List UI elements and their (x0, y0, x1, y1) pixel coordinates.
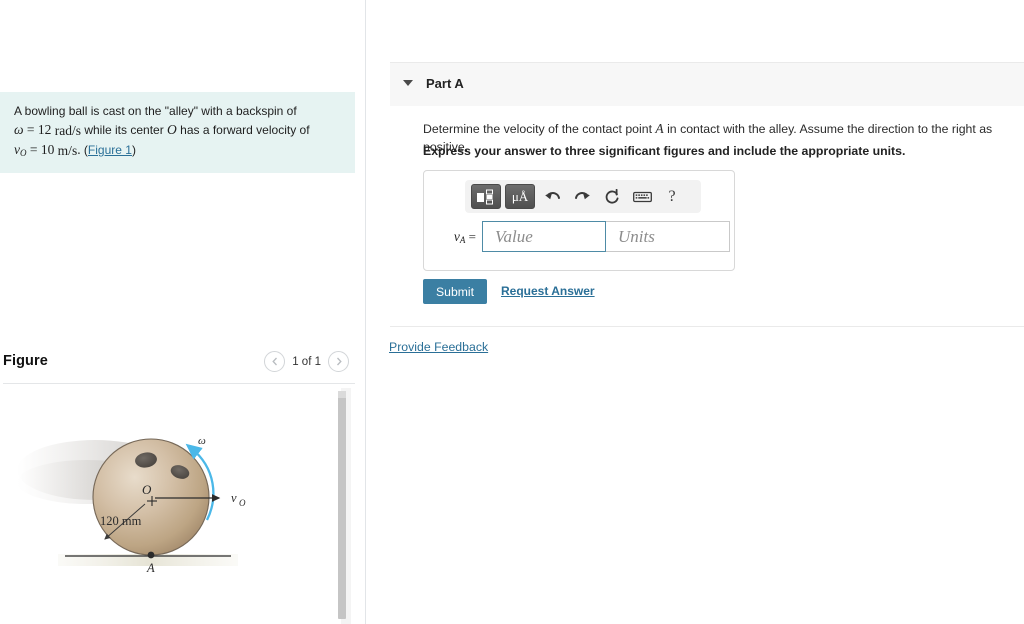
right-panel: Part A Determine the velocity of the con… (366, 0, 1024, 624)
answer-instruction: Express your answer to three significant… (423, 144, 906, 158)
radius-figure-label: 120 mm (100, 514, 142, 528)
submit-button[interactable]: Submit (423, 279, 487, 304)
answer-entry-box: μÅ ? vA = Value Units (423, 170, 735, 271)
problem-text-2: while its center (84, 123, 164, 138)
part-a-header[interactable]: Part A (390, 62, 1024, 106)
reset-icon[interactable] (599, 184, 625, 209)
figure-next-button[interactable] (328, 351, 349, 372)
part-a-title: Part A (426, 76, 464, 91)
figure-scrollbar-track[interactable] (338, 388, 351, 624)
omega-units-den: s (75, 123, 81, 139)
problem-line-3: vO = 10 m/s. (Figure 1) (14, 140, 341, 160)
template-icon[interactable] (471, 184, 501, 209)
velocity-equals: = (29, 142, 38, 158)
undo-icon-glyph (544, 192, 560, 200)
contact-point-figure-label: A (146, 561, 155, 575)
problem-text-3: has a forward velocity of (180, 123, 310, 138)
velocity-units-den: s (71, 143, 78, 159)
problem-statement: A bowling ball is cast on the "alley" wi… (0, 92, 355, 174)
figure-prev-button[interactable] (264, 351, 286, 372)
figure-panel-header: Figure 1 of 1 (0, 351, 355, 383)
figure-link-paren-close: ) (131, 143, 136, 158)
contact-point-marker (147, 551, 155, 559)
problem-period: . (77, 142, 81, 158)
answer-units-input[interactable] (606, 221, 730, 252)
keyboard-icon-glyph (632, 191, 652, 202)
question-text-pre: Determine the velocity of the contact po… (423, 122, 652, 136)
chevron-right-icon (336, 357, 342, 366)
velocity-units-num: m (57, 143, 69, 159)
velocity-subscript: O (20, 148, 27, 159)
omega-units: rad/s (54, 123, 81, 139)
omega-units-num: rad (54, 123, 72, 139)
omega-equals: = (26, 122, 35, 138)
section-divider (390, 326, 1024, 327)
redo-icon[interactable] (569, 184, 595, 209)
bowling-ball-figure: ω O v O 120 mm A (17, 435, 246, 575)
center-symbol: O (167, 122, 177, 138)
request-answer-link[interactable]: Request Answer (501, 284, 595, 298)
velocity-figure-subscript: O (239, 498, 246, 508)
velocity-value: 10 (40, 142, 55, 158)
omega-figure-label: ω (198, 435, 206, 447)
figure-title: Figure (3, 353, 48, 369)
answer-input-row: vA = (438, 221, 730, 252)
figure-header-divider (3, 383, 355, 384)
problem-line-2: ω = 12 rad/s while its center O has a fo… (14, 120, 341, 140)
problem-line-1: A bowling ball is cast on the "alley" wi… (14, 103, 341, 120)
units-mu-angstrom-icon[interactable]: μÅ (505, 184, 535, 209)
help-icon-label: ? (668, 187, 676, 205)
template-icon-glyph (477, 189, 493, 204)
units-icon-label: μÅ (511, 189, 529, 204)
question-point-symbol: A (655, 121, 664, 136)
keyboard-icon[interactable] (629, 184, 655, 209)
center-figure-label: O (142, 482, 152, 497)
figure-navigation: 1 of 1 (264, 351, 349, 372)
figure-scrollbar-thumb[interactable] (338, 391, 346, 619)
reset-icon-glyph (605, 188, 619, 204)
chevron-left-icon (272, 357, 277, 366)
provide-feedback-link[interactable]: Provide Feedback (389, 340, 488, 354)
answer-value-input[interactable] (482, 221, 606, 252)
omega-value: 12 (37, 122, 52, 138)
omega-symbol: ω (14, 122, 24, 138)
answer-toolbar: μÅ ? (465, 180, 701, 213)
figure-scrollbar-thumb-cap (338, 391, 346, 398)
velocity-units: m/s (57, 143, 78, 159)
caret-down-icon[interactable] (403, 80, 413, 86)
figure-viewport: ω O v O 120 mm A (3, 388, 355, 624)
figure-counter: 1 of 1 (292, 355, 321, 368)
left-panel: A bowling ball is cast on the "alley" wi… (0, 0, 365, 624)
answer-variable-equals: = (468, 228, 476, 244)
undo-icon[interactable] (539, 184, 565, 209)
velocity-figure-label: v (231, 491, 237, 505)
problem-text-1: A bowling ball is cast on the "alley" wi… (14, 104, 297, 118)
answer-variable-subscript: A (459, 234, 466, 245)
help-icon[interactable]: ? (659, 184, 685, 209)
redo-icon-glyph (574, 192, 590, 200)
answer-variable-label: vA = (438, 229, 482, 245)
figure-1-link[interactable]: Figure 1 (88, 143, 132, 157)
